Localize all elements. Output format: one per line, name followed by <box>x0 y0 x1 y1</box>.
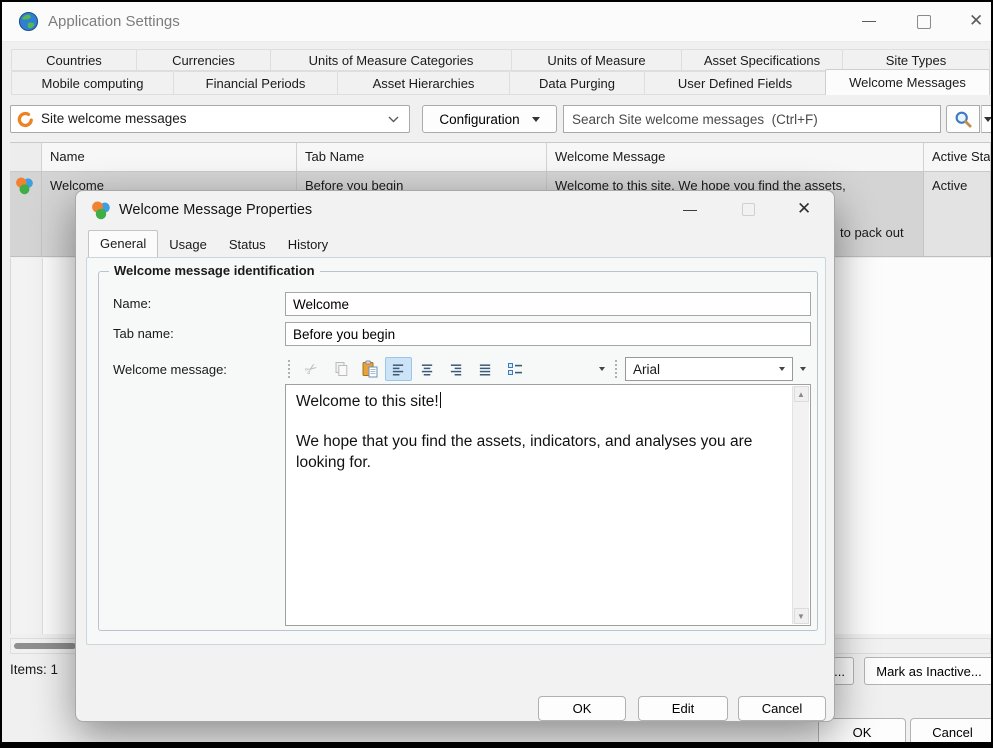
group-title: Welcome message identification <box>109 263 320 278</box>
tab-mobile-computing[interactable]: Mobile computing <box>11 71 174 95</box>
magnifier-icon <box>954 110 973 129</box>
column-header-active-status[interactable]: Active Stat <box>924 143 991 171</box>
configuration-button[interactable]: Configuration <box>422 105 557 133</box>
copy-icon[interactable] <box>327 357 354 381</box>
search-options-dropdown[interactable] <box>981 105 991 133</box>
scrollbar-up-icon[interactable]: ▲ <box>794 386 809 402</box>
tab-currencies[interactable]: Currencies <box>136 49 271 71</box>
dialog-title: Welcome Message Properties <box>119 191 312 229</box>
dialog-tab-status[interactable]: Status <box>218 232 277 257</box>
view-selector-combobox[interactable]: Site welcome messages <box>10 105 410 133</box>
toolbar-grip-icon <box>615 360 620 378</box>
dropdown-arrow-icon <box>984 117 991 122</box>
mark-as-inactive-button[interactable]: Mark as Inactive... <box>864 657 991 685</box>
bullet-list-icon[interactable] <box>501 357 528 381</box>
globe-icon <box>18 11 39 32</box>
welcome-message-identification-group: Welcome message identification Name: Tab… <box>98 271 818 631</box>
paste-icon[interactable] <box>356 357 383 381</box>
column-header-tab-name[interactable]: Tab Name <box>297 143 547 171</box>
view-selector-value: Site welcome messages <box>41 106 187 132</box>
name-field[interactable] <box>285 292 811 316</box>
column-header-name[interactable]: Name <box>42 143 297 171</box>
font-options-dropdown[interactable] <box>795 357 811 381</box>
tab-welcome-messages[interactable]: Welcome Messages <box>825 69 990 95</box>
font-family-combobox[interactable]: Arial <box>625 357 793 381</box>
tab-row-2: Mobile computing Financial Periods Asset… <box>11 71 989 95</box>
tab-units-of-measure-categories[interactable]: Units of Measure Categories <box>270 49 512 71</box>
balloons-icon <box>15 176 34 195</box>
main-cancel-button[interactable]: Cancel <box>910 718 991 742</box>
tab-name-label: Tab name: <box>113 322 174 346</box>
scrollbar-down-icon[interactable]: ▼ <box>794 608 809 624</box>
font-name: Arial <box>633 362 660 377</box>
search-button[interactable] <box>946 105 980 133</box>
dialog-ok-button[interactable]: OK <box>538 696 626 721</box>
dialog-titlebar: Welcome Message Properties ✕ <box>76 191 834 229</box>
window-title: Application Settings <box>48 2 180 42</box>
tab-row-1: Countries Currencies Units of Measure Ca… <box>11 49 989 71</box>
dropdown-arrow-icon <box>779 367 785 371</box>
tab-financial-periods[interactable]: Financial Periods <box>173 71 338 95</box>
column-header-welcome-message[interactable]: Welcome Message <box>547 143 924 171</box>
icon-column-strip <box>11 258 43 634</box>
cell-active-status: Active <box>924 172 991 256</box>
message-line-1: Welcome to this site! <box>296 393 439 410</box>
align-left-icon[interactable] <box>385 357 412 381</box>
main-ok-button[interactable]: OK <box>818 718 906 742</box>
rich-text-editor: ✂ <box>285 354 811 626</box>
welcome-message-label: Welcome message: <box>113 358 227 382</box>
toolbar-overflow-icon[interactable] <box>594 357 610 381</box>
cut-icon[interactable]: ✂ <box>298 357 325 381</box>
dialog-tab-history[interactable]: History <box>277 232 339 257</box>
editor-toolbar: ✂ <box>285 354 811 384</box>
tab-asset-specifications[interactable]: Asset Specifications <box>681 49 843 71</box>
align-center-icon[interactable] <box>414 357 441 381</box>
balloons-icon <box>91 200 111 220</box>
tab-data-purging[interactable]: Data Purging <box>509 71 645 95</box>
tab-countries[interactable]: Countries <box>11 49 137 71</box>
scrollbar-thumb[interactable] <box>14 643 76 649</box>
chevron-down-icon <box>388 116 399 123</box>
dropdown-arrow-icon <box>532 117 540 122</box>
vertical-scrollbar[interactable]: ▲ ▼ <box>792 386 809 624</box>
titlebar: Application Settings ✕ <box>2 2 991 42</box>
text-cursor <box>440 392 441 408</box>
message-line-2: We hope that you find the assets, indica… <box>296 432 784 473</box>
column-header-icon[interactable] <box>10 143 42 171</box>
table-header: Name Tab Name Welcome Message Active Sta… <box>10 142 991 172</box>
message-text: Welcome to this site! We hope that you f… <box>296 392 784 473</box>
dialog-tab-general[interactable]: General <box>88 230 158 257</box>
orange-ring-icon <box>17 111 34 128</box>
maximize-icon[interactable] <box>909 2 939 42</box>
welcome-message-textarea[interactable]: Welcome to this site! We hope that you f… <box>285 384 811 626</box>
dialog-minimize-icon[interactable] <box>676 191 704 229</box>
tab-asset-hierarchies[interactable]: Asset Hierarchies <box>337 71 510 95</box>
row-icon-cell <box>10 172 42 256</box>
search-input[interactable] <box>563 105 941 133</box>
dialog-tab-usage[interactable]: Usage <box>158 232 218 257</box>
align-right-icon[interactable] <box>443 357 470 381</box>
close-icon[interactable]: ✕ <box>963 2 991 42</box>
dialog-close-icon[interactable]: ✕ <box>792 191 820 229</box>
screenshot-frame: Application Settings ✕ Countries Currenc… <box>0 0 993 748</box>
tab-name-field[interactable] <box>285 322 811 346</box>
toolbar-grip-icon <box>288 360 293 378</box>
dialog-maximize-icon <box>734 191 762 229</box>
dialog-cancel-button[interactable]: Cancel <box>738 696 826 721</box>
dialog-edit-button[interactable]: Edit <box>638 696 728 721</box>
message-line2-fragment: to pack out <box>840 225 904 240</box>
name-label: Name: <box>113 292 151 316</box>
tab-user-defined-fields[interactable]: User Defined Fields <box>644 71 826 95</box>
configuration-label: Configuration <box>439 112 519 127</box>
minimize-icon[interactable] <box>854 2 884 42</box>
tab-site-types[interactable]: Site Types <box>842 49 990 71</box>
welcome-message-properties-dialog: Welcome Message Properties ✕ General Usa… <box>75 190 835 722</box>
dialog-tab-strip: General Usage Status History <box>88 230 339 257</box>
items-count: Items: 1 <box>10 662 58 677</box>
align-justify-icon[interactable] <box>472 357 499 381</box>
tab-units-of-measure[interactable]: Units of Measure <box>511 49 682 71</box>
